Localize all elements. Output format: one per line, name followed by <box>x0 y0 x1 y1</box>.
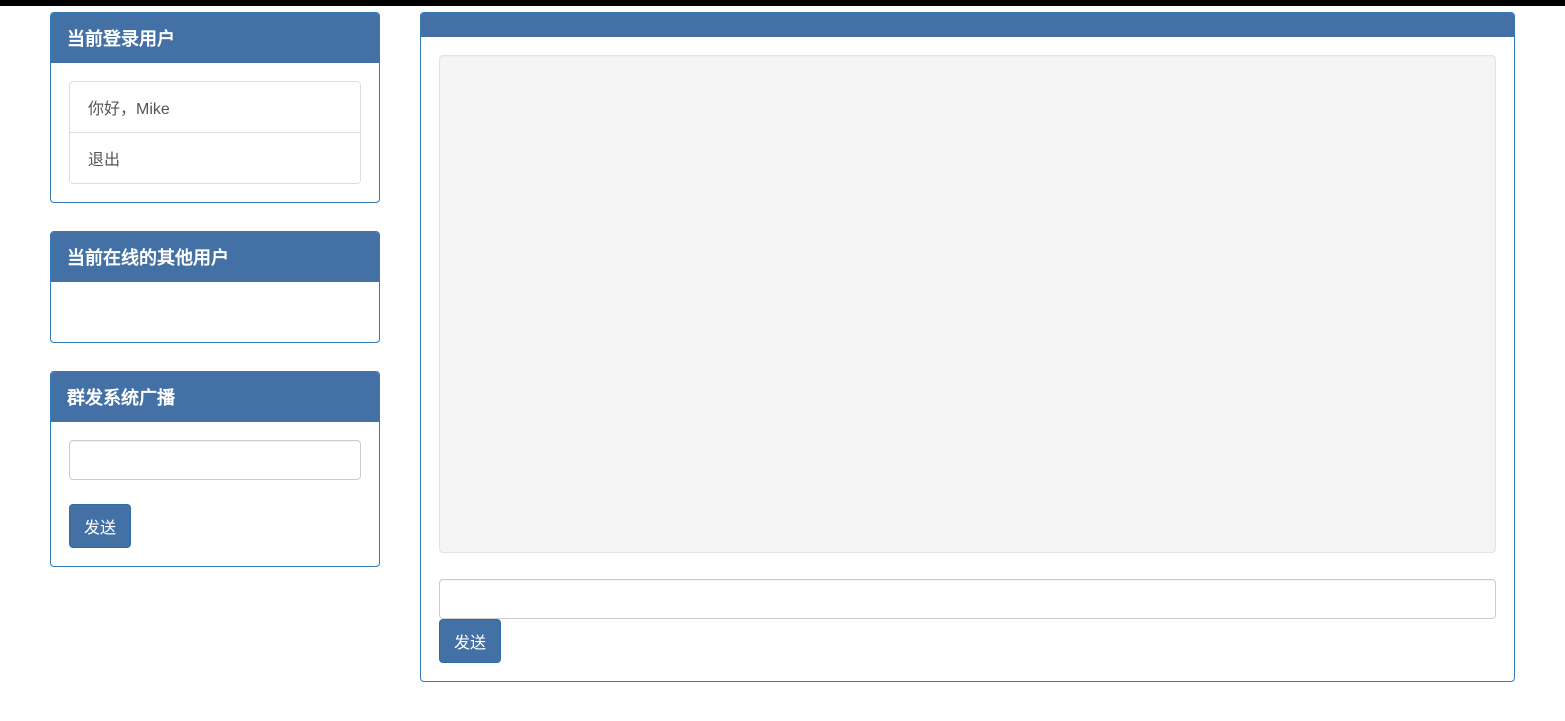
chat-panel-body: 发送 <box>421 37 1514 681</box>
chat-panel-heading <box>421 13 1514 37</box>
chat-messages-area <box>439 55 1496 553</box>
chat-input-row: 发送 <box>439 579 1496 663</box>
broadcast-panel-heading: 群发系统广播 <box>51 372 379 422</box>
chat-send-button[interactable]: 发送 <box>439 619 501 663</box>
current-user-panel-body: 你好，Mike 退出 <box>51 63 379 202</box>
broadcast-panel-body: 发送 <box>51 422 379 566</box>
broadcast-panel: 群发系统广播 发送 <box>50 371 380 567</box>
chat-input[interactable] <box>439 579 1496 619</box>
online-users-panel: 当前在线的其他用户 <box>50 231 380 343</box>
current-user-panel: 当前登录用户 你好，Mike 退出 <box>50 12 380 203</box>
sidebar: 当前登录用户 你好，Mike 退出 当前在线的其他用户 群发系统广播 发送 <box>50 12 380 682</box>
chat-panel: 发送 <box>420 12 1515 682</box>
chat-column: 发送 <box>420 12 1515 682</box>
broadcast-send-button[interactable]: 发送 <box>69 504 131 548</box>
online-users-panel-body <box>51 282 379 342</box>
greeting-item: 你好，Mike <box>70 82 360 133</box>
current-user-list: 你好，Mike 退出 <box>69 81 361 184</box>
online-users-panel-heading: 当前在线的其他用户 <box>51 232 379 282</box>
logout-link[interactable]: 退出 <box>70 133 360 183</box>
main-container: 当前登录用户 你好，Mike 退出 当前在线的其他用户 群发系统广播 发送 <box>0 6 1565 702</box>
current-user-panel-heading: 当前登录用户 <box>51 13 379 63</box>
broadcast-input[interactable] <box>69 440 361 480</box>
